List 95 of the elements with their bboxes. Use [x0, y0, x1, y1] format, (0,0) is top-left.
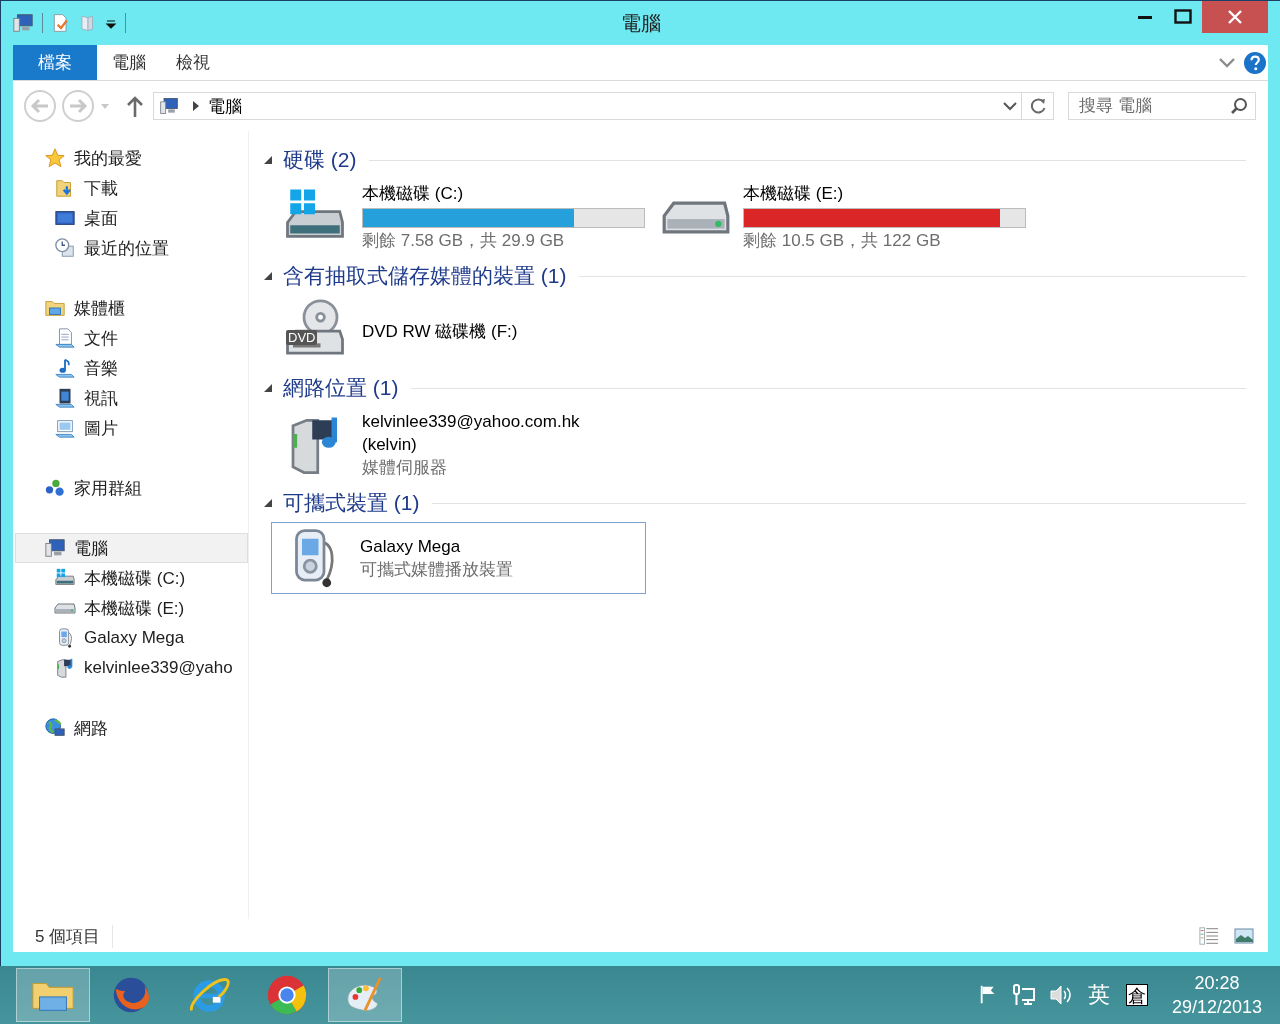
collapse-triangle-icon[interactable]	[263, 383, 273, 393]
nav-label: 家用群組	[74, 477, 142, 500]
nav-label: 下載	[84, 177, 118, 200]
nav-label: Galaxy Mega	[84, 628, 185, 648]
film-icon	[54, 387, 76, 409]
close-icon	[1227, 9, 1243, 25]
capacity-text: 剩餘 7.58 GB，共 29.9 GB	[362, 230, 566, 252]
taskbar-app-button[interactable]	[328, 968, 402, 1022]
nav-item[interactable]: 網路	[15, 713, 248, 743]
collapse-triangle-icon[interactable]	[263, 155, 273, 165]
drive-icon	[54, 602, 76, 614]
help-icon[interactable]	[1244, 51, 1266, 74]
chevron-down-icon[interactable]	[1003, 101, 1017, 111]
up-arrow-icon[interactable]	[125, 94, 145, 118]
item-name[interactable]: 本機磁碟 (E:)	[743, 182, 1026, 205]
input-method-button[interactable]: 倉	[1125, 984, 1148, 1006]
document-icon	[54, 327, 76, 349]
nav-label: 網路	[74, 717, 108, 740]
window-title: 電腦	[620, 12, 661, 34]
minimize-icon	[1138, 15, 1152, 19]
section-header[interactable]: 網路位置 (1)	[283, 374, 399, 402]
nav-label: 圖片	[84, 417, 118, 440]
ribbon-tab[interactable]: 電腦	[97, 45, 161, 80]
nav-label: kelvinlee339@yaho	[84, 658, 233, 678]
item-description: 可攜式媒體播放裝置	[360, 559, 513, 581]
nav-label: 桌面	[84, 207, 118, 230]
section-header[interactable]: 硬碟 (2)	[283, 146, 357, 174]
spheres-icon	[44, 477, 66, 499]
item-name[interactable]: DVD RW 磁碟機 (F:)	[362, 319, 518, 343]
large-icons-view-icon[interactable]	[1234, 927, 1254, 945]
picture-icon	[54, 417, 76, 439]
nav-label: 本機磁碟 (C:)	[84, 567, 186, 590]
close-button[interactable]	[1202, 1, 1268, 33]
language-indicator[interactable]: 英	[1083, 980, 1114, 1010]
section-header[interactable]: 可攜式裝置 (1)	[283, 489, 420, 517]
dropdown-caret-icon[interactable]	[105, 17, 117, 29]
nav-item[interactable]: 圖片	[15, 413, 248, 443]
computer-icon[interactable]	[12, 12, 34, 34]
nav-item[interactable]: 音樂	[15, 353, 248, 383]
nav-item[interactable]: 文件	[15, 323, 248, 353]
nav-item[interactable]: Galaxy Mega	[15, 623, 248, 653]
collapse-triangle-icon[interactable]	[263, 271, 273, 281]
nav-item[interactable]: 桌面	[15, 203, 248, 233]
item-name[interactable]: Galaxy Mega	[360, 535, 513, 558]
nav-label: 媒體櫃	[74, 297, 125, 320]
globe-icon	[44, 717, 66, 739]
item-name[interactable]: 本機磁碟 (C:)	[362, 182, 645, 205]
nav-item[interactable]: 本機磁碟 (E:)	[15, 593, 248, 623]
music-note-icon	[54, 357, 76, 379]
nav-item[interactable]: 家用群組	[15, 473, 248, 503]
chevron-down-icon[interactable]	[1218, 56, 1236, 69]
computer-icon	[158, 96, 180, 116]
search-field[interactable]: 搜尋 電腦	[1068, 92, 1256, 120]
ribbon-tab[interactable]: 檢視	[161, 45, 225, 80]
refresh-icon	[1028, 97, 1047, 115]
nav-item[interactable]: 最近的位置	[15, 233, 248, 263]
file-tab[interactable]: 檔案	[13, 45, 97, 80]
network-icon[interactable]	[1011, 983, 1036, 1007]
nav-item[interactable]: 我的最愛	[15, 143, 248, 173]
item-name[interactable]: kelvinlee339@yahoo.com.hk (kelvin)	[362, 410, 622, 456]
maximize-icon	[1174, 9, 1192, 25]
nav-label: 本機磁碟 (E:)	[84, 597, 185, 620]
nav-item[interactable]: 本機磁碟 (C:)	[15, 563, 248, 593]
nav-label: 視訊	[84, 387, 118, 410]
nav-label: 最近的位置	[84, 237, 169, 260]
star-icon	[44, 147, 66, 169]
collapse-triangle-icon[interactable]	[263, 498, 273, 508]
nav-label: 音樂	[84, 357, 118, 380]
clock-button[interactable]: 20:28 29/12/2013	[1159, 971, 1262, 1019]
nav-item[interactable]: kelvinlee339@yaho	[15, 653, 248, 683]
nav-label: 文件	[84, 327, 118, 350]
breadcrumb-item[interactable]: 電腦	[208, 94, 242, 118]
address-bar[interactable]: 電腦	[153, 92, 1022, 120]
item-description: 媒體伺服器	[362, 457, 448, 479]
capacity-text: 剩餘 10.5 GB，共 122 GB	[743, 230, 942, 252]
nav-item[interactable]: 電腦	[15, 533, 248, 563]
drive-icon	[661, 199, 731, 235]
icon-label: DVD	[286, 330, 318, 345]
nav-label: 我的最愛	[74, 147, 142, 170]
item-count: 5 個項目	[35, 924, 114, 948]
computer-icon	[44, 537, 66, 559]
clock-icon	[54, 237, 76, 259]
nav-item[interactable]: 媒體櫃	[15, 293, 248, 323]
search-icon[interactable]	[1230, 97, 1248, 115]
refresh-button[interactable]	[1022, 92, 1054, 120]
back-icon	[23, 89, 57, 123]
device-tile[interactable]: Galaxy Mega 可攜式媒體播放裝置	[271, 522, 646, 594]
nav-item[interactable]: 視訊	[15, 383, 248, 413]
breadcrumb-arrow-icon[interactable]	[192, 101, 200, 111]
details-view-icon[interactable]	[1198, 926, 1220, 946]
nav-item[interactable]: 下載	[15, 173, 248, 203]
nav-label: 電腦	[74, 537, 108, 560]
section-header[interactable]: 含有抽取式儲存媒體的裝置 (1)	[283, 262, 567, 290]
forward-icon	[61, 89, 95, 123]
speaker-icon[interactable]	[1047, 983, 1072, 1007]
